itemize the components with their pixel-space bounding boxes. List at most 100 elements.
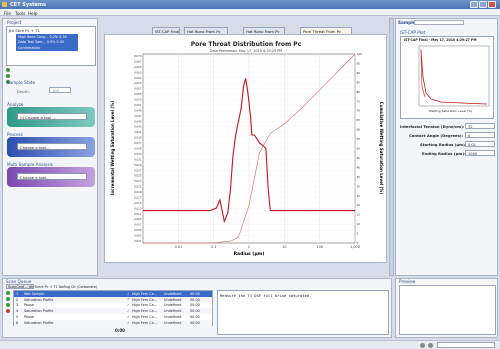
- y-left-tick-label: 0.007: [134, 223, 142, 227]
- chart-area: Pore Throat Distribution from Pc Date Pe…: [104, 34, 387, 263]
- menu-help[interactable]: Help: [28, 11, 38, 16]
- y-left-tick-label: 0.065: [134, 65, 142, 69]
- y-right-tick-label: 55: [357, 137, 361, 141]
- start-radius-input[interactable]: 0.01: [465, 141, 495, 147]
- move-up-icon[interactable]: [6, 297, 10, 301]
- thumbnail-chart: [418, 45, 490, 107]
- check-icon[interactable]: ✓: [127, 292, 130, 296]
- y-left-tick-label: 0.009: [134, 217, 142, 221]
- preview-area: [399, 285, 496, 335]
- check-icon[interactable]: ✓: [127, 297, 130, 301]
- y-left-tick-label: 0.017: [134, 195, 142, 199]
- y-left-tick-label: 0.003: [134, 234, 142, 238]
- add-step-icon[interactable]: [6, 291, 10, 295]
- ift-label: Interfacial Tension (Dyne/cm):: [400, 124, 465, 129]
- x-tick-label: 10: [282, 245, 286, 249]
- scan-cell: 00:00: [190, 309, 200, 314]
- scan-cell: 2: [16, 297, 19, 302]
- app-icon: [2, 1, 7, 7]
- menu-tools[interactable]: Tools: [15, 11, 25, 16]
- scan-cell: High Fern Ca...: [132, 320, 157, 325]
- y-left-tick-label: 0.021: [134, 185, 142, 189]
- check-icon[interactable]: ✓: [127, 321, 130, 325]
- remove-step-icon[interactable]: [6, 309, 10, 313]
- title-bar: CET Systems: [0, 0, 500, 9]
- y-left-tick-label: 0.033: [134, 152, 142, 156]
- project-item[interactable]: Data Test Sam... 0.5% 0.45: [18, 40, 78, 44]
- y-left-tick-label: 0.041: [134, 130, 142, 134]
- analyze-dropdown[interactable]: (i) Choose a tool ...: [17, 113, 87, 120]
- project-item[interactable]: Confirmation: [18, 46, 78, 50]
- ift-input[interactable]: 72: [465, 123, 495, 129]
- tab-pore-threat[interactable]: Pore Threat From Pc: [300, 27, 352, 34]
- add-icon[interactable]: [6, 68, 10, 72]
- y-left-tick-label: 0.035: [134, 147, 142, 151]
- end-radius-label: Ending Radius (µm):: [422, 151, 466, 156]
- depth-input[interactable]: 100: [49, 87, 71, 93]
- close-button[interactable]: [488, 1, 496, 8]
- add-icon[interactable]: [6, 74, 10, 78]
- multi-dropdown[interactable]: Choose a tool...: [17, 173, 87, 180]
- scan-cell: Undefined: [164, 291, 182, 296]
- y-left-tick-label: 0.027: [134, 168, 142, 172]
- maximize-button[interactable]: [479, 1, 487, 8]
- check-icon[interactable]: ✓: [127, 315, 130, 319]
- check-icon[interactable]: ✓: [127, 303, 130, 307]
- preview-panel: Preview: [395, 278, 498, 338]
- scan-cell: 00:00: [190, 314, 200, 319]
- status-indicator-icon: [428, 342, 433, 348]
- tab-hat-rono-1[interactable]: Hat Rono From Pc: [184, 27, 228, 34]
- y-right-tick-label: 20: [357, 203, 361, 207]
- y-left-tick-label: 0.045: [134, 119, 142, 123]
- project-tree[interactable]: Jth Stlre Pc + T1 High Rene Cong... 0.2%…: [6, 26, 96, 66]
- scan-cell: Undefined: [164, 309, 182, 314]
- thumbnail-plot[interactable]: IST-CAP Final - May 17, 2010 4:29:27 PM …: [400, 36, 494, 119]
- menu-file[interactable]: File: [4, 11, 11, 16]
- scan-cell: 00:00: [190, 291, 200, 296]
- splitter[interactable]: [389, 18, 394, 276]
- scan-cell: High Fern Ca...: [132, 309, 157, 314]
- y-axis-left-label: Incremental Wetting Saturation Level (%): [110, 101, 115, 195]
- scan-row[interactable]: 6 Saturation Profile High Fern Ca... Undefi…: [14, 320, 212, 326]
- scan-cell: High Fern Ca...: [132, 303, 157, 308]
- status-bar: [0, 340, 500, 349]
- y-right-tick-label: 70: [357, 109, 361, 113]
- y-left-tick-label: 0.053: [134, 98, 142, 102]
- y-left-tick-label: 0.059: [134, 81, 142, 85]
- sample-header: Sample: [398, 20, 416, 25]
- y-left-tick-label: 0.029: [134, 163, 142, 167]
- scan-cell: 6: [16, 320, 19, 325]
- project-root[interactable]: Jth Stlre Pc + T1: [9, 28, 40, 33]
- y-left-tick-label: 0.067: [134, 59, 142, 63]
- check-icon[interactable]: ✓: [127, 309, 130, 313]
- step-message[interactable]: Measure the T1 DSF full brine saturated.: [217, 290, 389, 335]
- minimize-button[interactable]: [470, 1, 478, 8]
- y-right-tick-label: 100: [357, 52, 363, 56]
- scan-cell: 5: [16, 314, 19, 319]
- y-right-tick-label: 35: [357, 175, 361, 179]
- sample-state-header: Sample State: [7, 80, 36, 85]
- scan-total-time: 0:00: [115, 328, 125, 333]
- scan-table: 1 Wet Sample High Fern Ca... Undefined 00:00…: [13, 290, 213, 326]
- y-left-tick-label: 0.070: [134, 54, 142, 58]
- sample-name-field[interactable]: [414, 20, 464, 25]
- scan-cell: Saturation Profile: [24, 320, 54, 325]
- pore-throat-chart: Pore Throat Distribution from Pc Date Pe…: [110, 41, 384, 257]
- scan-cell: 00:00: [190, 320, 200, 325]
- right-panel: Sample IST-CAP Plot IST-CAP Final - May …: [395, 18, 498, 276]
- y-right-tick-label: 15: [357, 213, 361, 217]
- project-item[interactable]: High Rene Cong... 0.2% 0.35: [18, 35, 78, 39]
- tab-ist-cap-final[interactable]: IST-CAP Final: [152, 27, 180, 34]
- move-down-icon[interactable]: [6, 303, 10, 307]
- contact-angle-input[interactable]: 0: [465, 132, 495, 138]
- right-tick-labels: 100 95 90 85 80 75 70 65 60 55 50 45 40 35 30 25 20 15 10 5…: [357, 52, 363, 245]
- plot-subheader: IST-CAP Plot: [400, 30, 426, 35]
- tab-hat-rono-2[interactable]: Hat Rono From Pc: [243, 27, 285, 34]
- y-left-tick-label: 0.019: [134, 190, 142, 194]
- y-left-tick-label: 0.061: [134, 76, 142, 80]
- end-radius-input[interactable]: 1000: [465, 150, 495, 156]
- y-right-tick-label: 75: [357, 99, 361, 103]
- y-right-tick-label: 40: [357, 165, 361, 169]
- scan-cell: Pause: [24, 314, 34, 319]
- process-dropdown[interactable]: Choose a tool...: [17, 143, 87, 150]
